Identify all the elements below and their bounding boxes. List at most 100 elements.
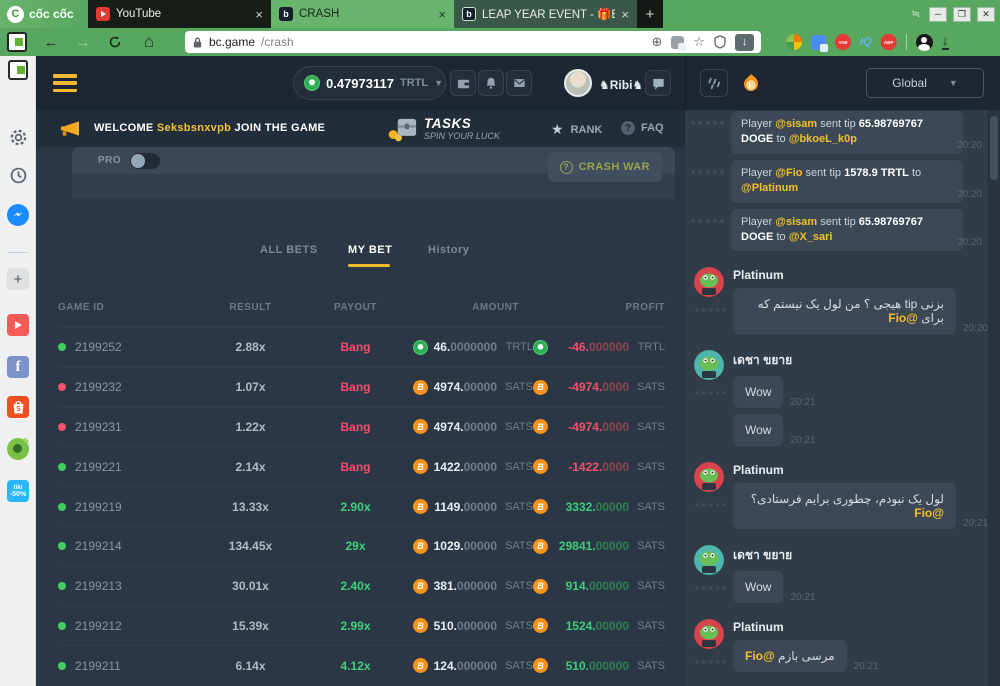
table-row[interactable]: 2199232 1.07x Bang 4974.00000SATS -4974.… — [58, 367, 665, 407]
user-avatar[interactable] — [564, 69, 592, 97]
home-button[interactable]: ⌂ — [138, 31, 160, 53]
address-bar[interactable]: bc.game/crash ⊕ ☆ ↓ — [185, 31, 761, 53]
close-icon[interactable]: × — [255, 7, 263, 22]
downloads-icon[interactable]: ↓ — [942, 34, 949, 50]
avatar[interactable] — [694, 350, 724, 380]
notifications-button[interactable] — [478, 70, 504, 96]
shield-icon[interactable] — [714, 35, 726, 49]
chat-message: ★★★★★ เดชา ขยาย Wow 20:21 — [685, 545, 988, 603]
chat-username[interactable]: เดชา ขยาย — [733, 351, 988, 370]
reload-button[interactable] — [104, 31, 126, 53]
wallet-button[interactable] — [450, 70, 476, 96]
table-row[interactable]: 2199231 1.22x Bang 4974.00000SATS -4974.… — [58, 407, 665, 447]
new-tab-button[interactable]: + — [637, 0, 663, 28]
close-icon[interactable]: × — [438, 7, 446, 22]
result-value: 15.39x — [203, 619, 298, 633]
avatar[interactable] — [694, 267, 724, 297]
chat-username[interactable]: Platinum — [733, 268, 988, 282]
table-row[interactable]: 2199214 134.45x 29x 1029.00000SATS 29841… — [58, 526, 665, 566]
tip-from-user[interactable]: @Fio — [775, 167, 802, 179]
yab-extension-icon[interactable]: YAB — [835, 34, 851, 50]
forward-button[interactable]: → — [72, 31, 94, 53]
sidebar-panel-icon[interactable] — [8, 60, 28, 80]
sidebar-shopee-icon[interactable]: S — [7, 396, 29, 418]
bookmark-star-icon[interactable]: ☆ — [693, 34, 705, 50]
table-row[interactable]: 2199211 6.14x 4.12x 124.000000SATS 510.0… — [58, 645, 665, 685]
settings-gear-icon[interactable] — [7, 126, 29, 148]
zoom-page-icon[interactable]: ⊕ — [651, 34, 662, 50]
rank-link[interactable]: ★ RANK — [551, 121, 602, 138]
table-row[interactable]: 2199213 30.01x 2.40x 381.000000SATS 914.… — [58, 566, 665, 606]
tip-to-user[interactable]: @Platinum — [741, 182, 798, 194]
sidebar-youtube-icon[interactable] — [7, 314, 29, 336]
chat-username[interactable]: เดชา ขยาย — [733, 546, 988, 565]
table-row[interactable]: 2199212 15.39x 2.99x 510.000000SATS 1524… — [58, 606, 665, 646]
tab-all-bets[interactable]: ALL BETS — [260, 244, 318, 256]
flaming-coin-icon: B — [741, 73, 761, 93]
tip-to-user[interactable]: @bkoeL_k0p — [789, 133, 857, 145]
menu-hamburger-icon[interactable] — [53, 74, 77, 92]
profile-icon[interactable] — [916, 34, 933, 51]
messenger-icon[interactable] — [7, 204, 29, 226]
sidebar-facebook-icon[interactable]: f — [7, 356, 29, 378]
rain-button[interactable] — [700, 69, 728, 97]
chat-username[interactable]: Platinum — [733, 463, 988, 477]
tip-to-user[interactable]: @X_sari — [789, 231, 833, 243]
tasks-shortcut[interactable]: TASKS SPIN YOUR LUCK — [386, 112, 500, 144]
download-page-button[interactable]: ↓ — [735, 34, 754, 51]
table-row[interactable]: 2199252 2.88x Bang 46.0000000TRTL -46.00… — [58, 327, 665, 367]
side-panel-icon[interactable]: ≒ — [912, 9, 919, 20]
tip-from-user[interactable]: @sisam — [775, 216, 817, 228]
megaphone-icon — [59, 118, 81, 138]
close-icon[interactable]: × — [621, 7, 629, 22]
restore-button[interactable]: ❐ — [953, 7, 971, 22]
scrollbar-thumb[interactable] — [990, 116, 998, 180]
sidebar-toggle-icon[interactable] — [7, 32, 27, 52]
mention[interactable]: @Fio — [914, 506, 944, 520]
iq-extension-icon[interactable]: IQ — [860, 36, 872, 48]
coin-drop-button[interactable]: B — [737, 69, 765, 97]
messages-button[interactable] — [506, 70, 532, 96]
chat-toggle-button[interactable] — [645, 70, 671, 96]
sidebar-tiki-icon[interactable]: tiki -50% — [7, 480, 29, 502]
tab-history[interactable]: History — [428, 244, 469, 256]
chat-username[interactable]: Platinum — [733, 620, 988, 634]
tab-my-bet[interactable]: MY BET — [348, 244, 392, 256]
chat-scrollbar[interactable] — [988, 110, 1000, 686]
avatar[interactable] — [694, 545, 724, 575]
trtl-coin-icon — [304, 75, 320, 91]
translate-extension-icon[interactable] — [811, 35, 826, 50]
extension-color-icon[interactable] — [786, 34, 802, 50]
tab-crash-active[interactable]: b CRASH × — [271, 0, 454, 28]
balance-selector[interactable]: 0.47973117 TRTL ▼ — [293, 66, 446, 100]
faq-link[interactable]: ? FAQ — [621, 121, 664, 135]
pro-toggle[interactable] — [130, 153, 160, 169]
tab-youtube[interactable]: YouTube × — [88, 0, 271, 28]
adblock-extension-icon[interactable]: ABP — [881, 34, 897, 50]
chat-messages[interactable]: ★★★★★ Player @sisam sent tip 65.98769767… — [685, 110, 988, 686]
browser-brand[interactable]: C cốc cốc — [0, 0, 88, 28]
sidebar-coccoc-icon[interactable] — [7, 438, 29, 460]
minimize-button[interactable]: ─ — [929, 7, 947, 22]
avatar[interactable] — [694, 619, 724, 649]
close-window-button[interactable]: ✕ — [977, 7, 995, 22]
avatar[interactable] — [694, 462, 724, 492]
table-row[interactable]: 2199221 2.14x Bang 1422.00000SATS -1422.… — [58, 446, 665, 486]
rating-stars: ★★★★★ — [690, 209, 731, 252]
tab-leap-year-event[interactable]: b LEAP YEAR EVENT - 🎁Event - × — [454, 0, 637, 28]
payout-value: 4.12x — [298, 659, 413, 673]
table-row[interactable]: 2199219 13.33x 2.90x 1149.00000SATS 3332… — [58, 486, 665, 526]
add-shortcut-button[interactable]: + — [7, 268, 29, 290]
game-id: 2199252 — [75, 340, 122, 354]
tip-from-user[interactable]: @sisam — [775, 118, 817, 130]
translate-page-icon[interactable] — [671, 36, 684, 49]
status-dot — [58, 503, 66, 511]
chat-region-selector[interactable]: Global ▼ — [866, 68, 984, 98]
mention[interactable]: @Fio — [745, 649, 775, 663]
mention[interactable]: @Fio — [888, 311, 918, 325]
crash-war-button[interactable]: ? CRASH WAR — [548, 152, 662, 182]
crocodile-avatar-icon — [694, 350, 724, 380]
username-label[interactable]: ♞Ribi♞ — [599, 78, 643, 92]
back-button[interactable]: ← — [40, 31, 62, 53]
history-icon[interactable] — [7, 164, 29, 186]
